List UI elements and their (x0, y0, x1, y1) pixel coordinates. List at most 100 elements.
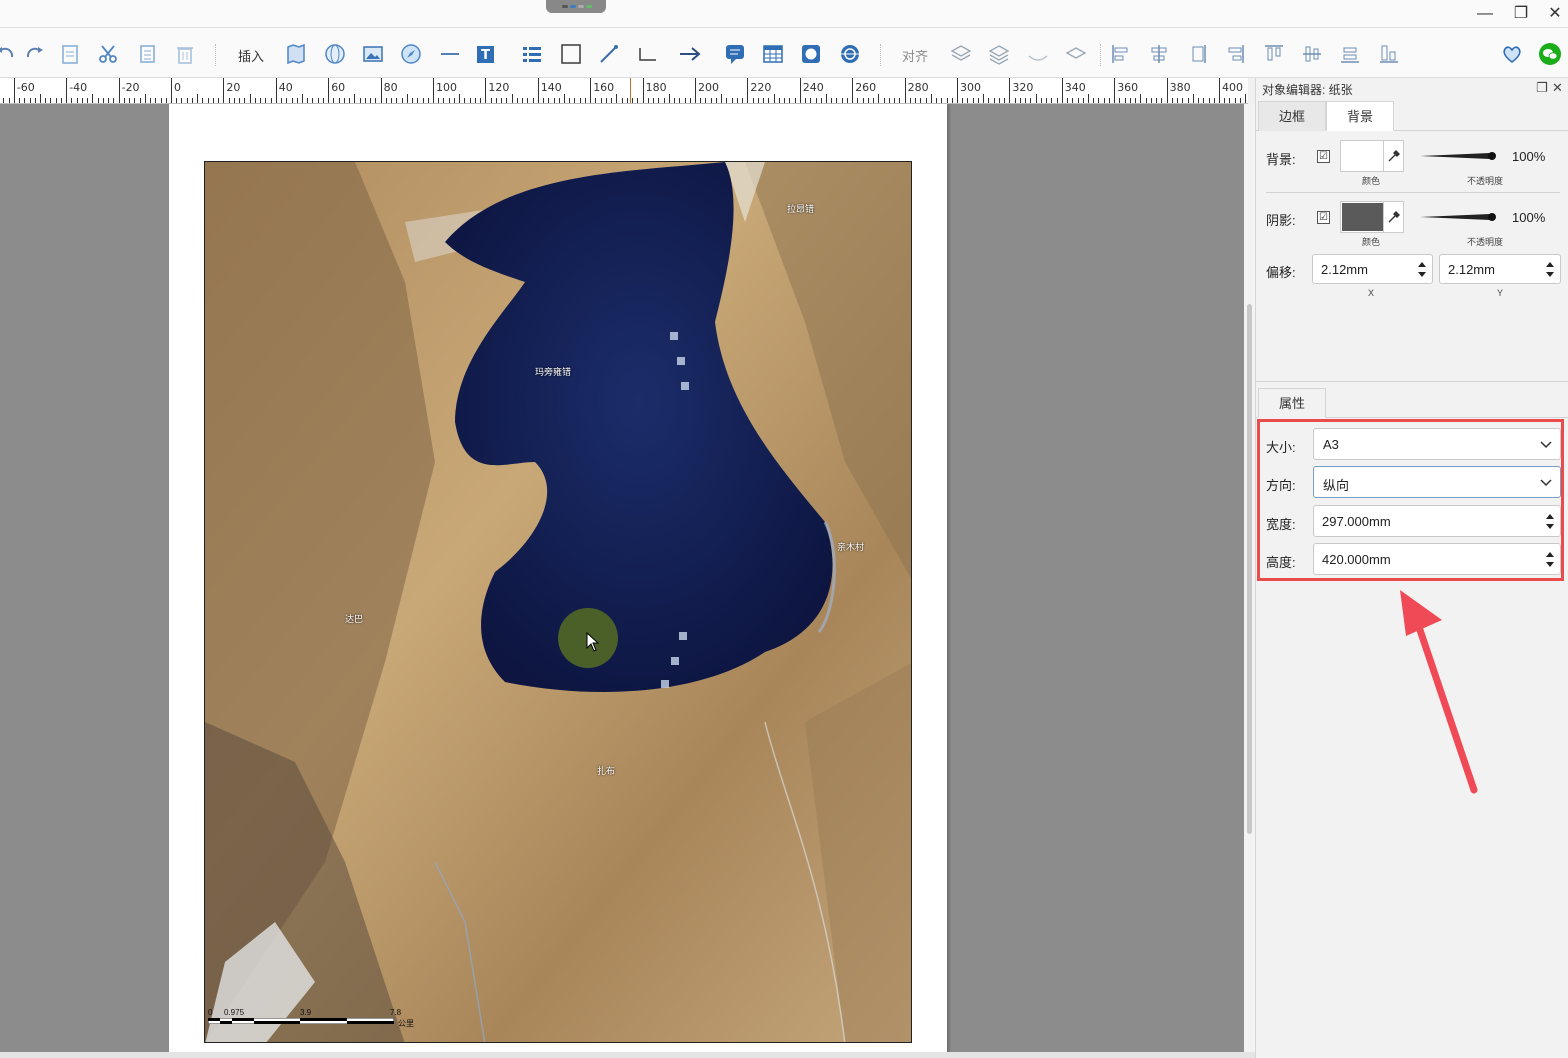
tab-border[interactable]: 边框 (1258, 101, 1326, 131)
paper-page[interactable]: 玛旁雍错 扎布 拉昂错 亲木村 达巴 0 0.975 3.9 7.8 公里 (169, 104, 947, 1058)
web-icon[interactable] (836, 40, 864, 68)
text-icon[interactable]: T (472, 40, 500, 68)
ruler-minor-tick (1072, 98, 1074, 103)
ruler-minor-tick (354, 94, 356, 103)
line-icon[interactable] (436, 40, 464, 68)
layout-canvas[interactable]: 玛旁雍错 扎布 拉昂错 亲木村 达巴 0 0.975 3.9 7.8 公里 (0, 104, 1244, 1058)
background-checkbox[interactable]: ☑ (1317, 150, 1330, 163)
align-bottom-icon[interactable] (1298, 40, 1326, 68)
float-panel-icon[interactable]: ❐ (1536, 80, 1548, 96)
offset-y-input[interactable]: 2.12mm (1439, 254, 1561, 284)
background-color-swatch[interactable] (1342, 142, 1384, 170)
undo-icon[interactable] (0, 40, 20, 68)
ruler-minor-tick (674, 98, 676, 103)
align-top-icon[interactable] (1221, 40, 1249, 68)
close-panel-icon[interactable]: ✕ (1552, 80, 1563, 96)
ruler-minor-tick (1051, 98, 1053, 103)
spinner-arrows-icon[interactable] (1546, 261, 1554, 278)
ruler-minor-tick (726, 98, 728, 103)
delete-icon[interactable] (171, 40, 199, 68)
ruler-minor-tick (228, 98, 230, 103)
arrow-icon[interactable] (676, 40, 704, 68)
ruler-minor-tick (406, 94, 408, 103)
callout-icon[interactable] (721, 40, 749, 68)
shadow-color-picker[interactable] (1340, 201, 1404, 233)
ruler-major-tick (433, 78, 434, 103)
offset-x-input[interactable]: 2.12mm (1312, 254, 1433, 284)
ruler-minor-tick (784, 98, 786, 103)
background-color-picker[interactable] (1340, 140, 1404, 172)
layer-down-icon[interactable] (985, 40, 1013, 68)
align-bottom-edge-icon[interactable] (1375, 40, 1403, 68)
align-right-icon[interactable] (1183, 40, 1211, 68)
image-icon[interactable] (359, 40, 387, 68)
restore-button[interactable]: ❐ (1508, 3, 1534, 25)
eyedropper-icon[interactable] (1383, 141, 1403, 171)
wechat-icon[interactable] (1536, 40, 1564, 68)
ruler-minor-tick (144, 94, 146, 103)
ruler-major-tick (171, 78, 172, 103)
ruler-label: 40 (278, 81, 293, 94)
window-drag-handle[interactable] (546, 0, 606, 13)
circle-icon[interactable] (797, 40, 825, 68)
ruler-minor-tick (296, 98, 298, 103)
ruler-minor-tick (197, 94, 199, 103)
globe-icon[interactable] (321, 40, 349, 68)
tab-properties[interactable]: 属性 (1258, 388, 1326, 418)
shadow-checkbox[interactable]: ☑ (1317, 211, 1330, 224)
table-icon[interactable] (759, 40, 787, 68)
ruler-minor-tick (34, 98, 36, 103)
layer-up-icon[interactable] (947, 40, 975, 68)
map-frame-icon[interactable] (282, 40, 310, 68)
ruler-minor-tick (836, 98, 838, 103)
map-frame[interactable]: 玛旁雍错 扎布 拉昂错 亲木村 达巴 0 0.975 3.9 7.8 公里 (204, 161, 912, 1043)
ruler-minor-tick (998, 98, 1000, 103)
redo-icon[interactable] (20, 40, 48, 68)
shape-icon[interactable] (1062, 40, 1090, 68)
copy-icon[interactable] (133, 40, 161, 68)
cut-icon[interactable] (94, 40, 122, 68)
ruler-minor-tick (883, 98, 885, 103)
ruler-minor-tick (1192, 94, 1194, 103)
horizontal-scrollbar[interactable] (0, 1052, 1255, 1058)
list-icon[interactable] (518, 40, 546, 68)
shadow-opacity-slider[interactable] (1420, 212, 1496, 222)
annotation-arrow-icon (1400, 590, 1478, 794)
paste-icon[interactable] (56, 40, 84, 68)
ruler-minor-tick (930, 94, 932, 103)
align-left-icon[interactable] (1107, 40, 1135, 68)
ruler-minor-tick (181, 98, 183, 103)
ruler-minor-tick (742, 98, 744, 103)
ruler-major-tick (1009, 78, 1011, 103)
ruler-minor-tick (637, 98, 639, 103)
close-window-button[interactable]: ✕ (1542, 3, 1568, 25)
scrollbar-thumb[interactable] (1247, 304, 1252, 834)
align-center-icon[interactable] (1145, 40, 1173, 68)
align-middle-icon[interactable] (1260, 40, 1288, 68)
ruler-minor-tick (1140, 94, 1142, 103)
background-opacity-slider[interactable] (1420, 151, 1496, 161)
background-color-caption: 颜色 (1362, 176, 1381, 186)
rectangle-icon[interactable] (557, 40, 585, 68)
spinner-arrows-icon[interactable] (1418, 261, 1426, 278)
ruler-minor-tick (757, 98, 759, 103)
ruler-minor-tick (805, 98, 807, 103)
ruler-label: 360 (1117, 81, 1139, 94)
ruler-minor-tick (396, 98, 398, 103)
curve-icon[interactable] (1024, 40, 1052, 68)
ruler-label: 80 (383, 81, 398, 94)
heart-icon[interactable] (1498, 40, 1526, 68)
eyedropper-icon[interactable] (1383, 202, 1403, 232)
ruler-minor-tick (1046, 98, 1048, 103)
ruler-major-tick (1114, 78, 1116, 103)
shadow-color-swatch[interactable] (1342, 203, 1384, 231)
ruler-major-tick (275, 78, 277, 103)
pen-icon[interactable] (595, 40, 623, 68)
vertical-scrollbar[interactable] (1244, 104, 1255, 1058)
ruler-minor-tick (621, 98, 623, 103)
compass-icon[interactable] (397, 40, 425, 68)
tab-background[interactable]: 背景 (1326, 101, 1394, 131)
distribute-icon[interactable] (1336, 40, 1364, 68)
polyline-icon[interactable] (634, 40, 662, 68)
minimize-button[interactable]: — (1472, 3, 1498, 25)
